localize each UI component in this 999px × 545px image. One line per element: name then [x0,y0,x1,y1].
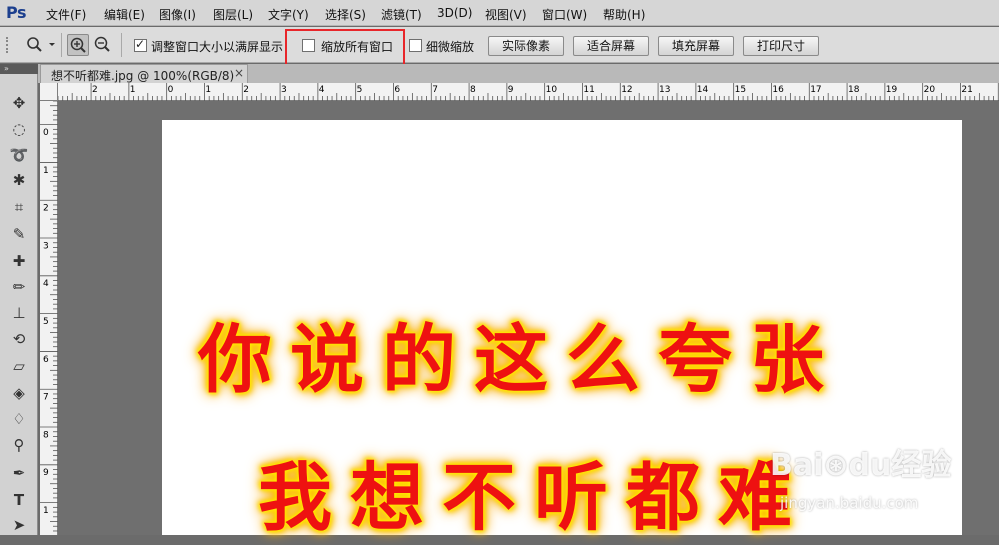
magic-wand-icon[interactable]: ✱ [8,169,30,191]
ruler-vertical[interactable]: 0 1 2 3 4 5 6 7 8 9 1 [40,100,58,535]
ruler-label: 19 [886,85,898,95]
type-tool-icon[interactable]: T [8,489,30,511]
ruler-label: 3 [43,241,49,251]
highlight-box [285,29,405,67]
history-brush-icon[interactable]: ⟲ [8,328,30,350]
marquee-tool-icon[interactable]: ◌ [8,118,30,140]
ruler-label: 9 [508,85,514,95]
art-text-line-2: 我想不听都难 [258,455,810,541]
baidu-watermark-logo: Bai⊛du经验 [770,448,952,483]
options-grip[interactable] [6,37,12,53]
path-select-icon[interactable]: ➤ [8,514,30,536]
eraser-icon[interactable]: ▱ [8,355,30,377]
document-tab-title: 想不听都难.jpg @ 100%(RGB/8) [51,69,235,83]
menu-view[interactable]: 视图(V) [485,6,527,23]
resize-windows-label: 调整窗口大小以满屏显示 [151,40,284,54]
blur-tool-icon[interactable]: ♢ [8,408,30,430]
menu-window[interactable]: 窗口(W) [542,6,587,23]
ruler-label: 1 [43,506,49,516]
healing-brush-icon[interactable]: ✚ [8,250,30,272]
ruler-label: 20 [924,85,936,95]
ruler-label: 0 [43,128,49,138]
ruler-label: 2 [243,85,249,95]
ruler-label: 7 [43,393,49,403]
menu-help[interactable]: 帮助(H) [603,6,645,23]
document-tab[interactable]: 想不听都难.jpg @ 100%(RGB/8) × [40,64,248,83]
fill-screen-button[interactable]: 填充屏幕 [658,36,734,56]
ruler-label: 4 [319,85,325,95]
options-bar: 调整窗口大小以满屏显示 缩放所有窗口 细微缩放 实际像素 适合屏幕 填充屏幕 打… [0,27,999,63]
lasso-tool-icon[interactable]: ➰ [8,144,30,166]
eyedropper-icon[interactable]: ✎ [8,223,30,245]
ruler-label: 3 [281,85,287,95]
ruler-label: 15 [735,85,746,95]
art-text-line-1: 你说的这么夸张 [198,317,842,403]
ruler-label: 16 [772,85,784,95]
toolbox-collapse-icon[interactable]: » [0,64,38,74]
menu-edit[interactable]: 编辑(E) [104,6,145,23]
brush-tool-icon[interactable]: ✏ [8,276,30,298]
menu-layer[interactable]: 图层(L) [213,6,253,23]
zoom-out-icon [94,36,110,52]
ruler-label: 6 [394,85,400,95]
scrubby-zoom-checkbox[interactable] [409,39,422,52]
ruler-label: 5 [357,85,363,95]
ruler-label: 13 [659,85,670,95]
dodge-tool-icon[interactable]: ⚲ [8,434,30,456]
ruler-label: 5 [43,317,49,327]
ruler-label: 18 [848,85,860,95]
ruler-label: 2 [92,85,98,95]
menu-image[interactable]: 图像(I) [159,6,196,23]
actual-pixels-button[interactable]: 实际像素 [488,36,564,56]
menu-3d[interactable]: 3D(D) [437,6,472,20]
ruler-label: 11 [583,85,594,95]
pen-tool-icon[interactable]: ✒ [8,462,30,484]
close-icon[interactable]: × [234,66,244,80]
ruler-label: 8 [470,85,476,95]
zoom-in-button[interactable] [67,34,89,56]
ruler-label: 4 [43,279,49,289]
ruler-origin[interactable] [40,83,58,101]
menu-file[interactable]: 文件(F) [46,6,86,23]
paint-bucket-icon[interactable]: ◈ [8,382,30,404]
ruler-label: 12 [621,85,632,95]
ruler-label: 21 [961,85,972,95]
zoom-tool-icon [27,37,55,52]
scrubby-zoom-label: 细微缩放 [426,40,475,54]
ruler-label: 1 [43,166,49,176]
ruler-label: 1 [205,85,211,95]
menu-type[interactable]: 文字(Y) [268,6,309,23]
ruler-label: 1 [130,85,136,95]
zoom-tool-preset-button[interactable] [24,35,58,55]
crop-tool-icon[interactable]: ⌗ [8,196,30,218]
ruler-label: 9 [43,468,49,478]
ruler-label: 17 [810,85,821,95]
photoshop-logo: Ps [6,3,26,22]
fit-screen-button[interactable]: 适合屏幕 [573,36,649,56]
zoom-in-icon [70,37,86,53]
print-size-button[interactable]: 打印尺寸 [743,36,819,56]
ruler-horizontal[interactable]: 2 1 0 1 2 3 4 5 6 7 8 9 10 11 12 13 14 15 16 17 18 19 20 21 [57,83,999,101]
ruler-label: 7 [432,85,438,95]
ruler-label: 14 [697,85,709,95]
ruler-label: 10 [546,85,558,95]
menu-bar: Ps 文件(F) 编辑(E) 图像(I) 图层(L) 文字(Y) 选择(S) 滤… [0,0,999,26]
baidu-watermark-url: jingyan.baidu.com [780,494,919,512]
clone-stamp-icon[interactable]: ⊥ [8,302,30,324]
menu-select[interactable]: 选择(S) [325,6,366,23]
zoom-out-button[interactable] [92,34,114,56]
ruler-label: 8 [43,430,49,440]
resize-windows-checkbox[interactable] [134,37,147,52]
ruler-label: 2 [43,204,49,214]
menu-filter[interactable]: 滤镜(T) [381,6,422,23]
ruler-label: 6 [43,355,49,365]
move-tool-icon[interactable]: ✥ [8,92,30,114]
ruler-label: 0 [168,85,174,95]
